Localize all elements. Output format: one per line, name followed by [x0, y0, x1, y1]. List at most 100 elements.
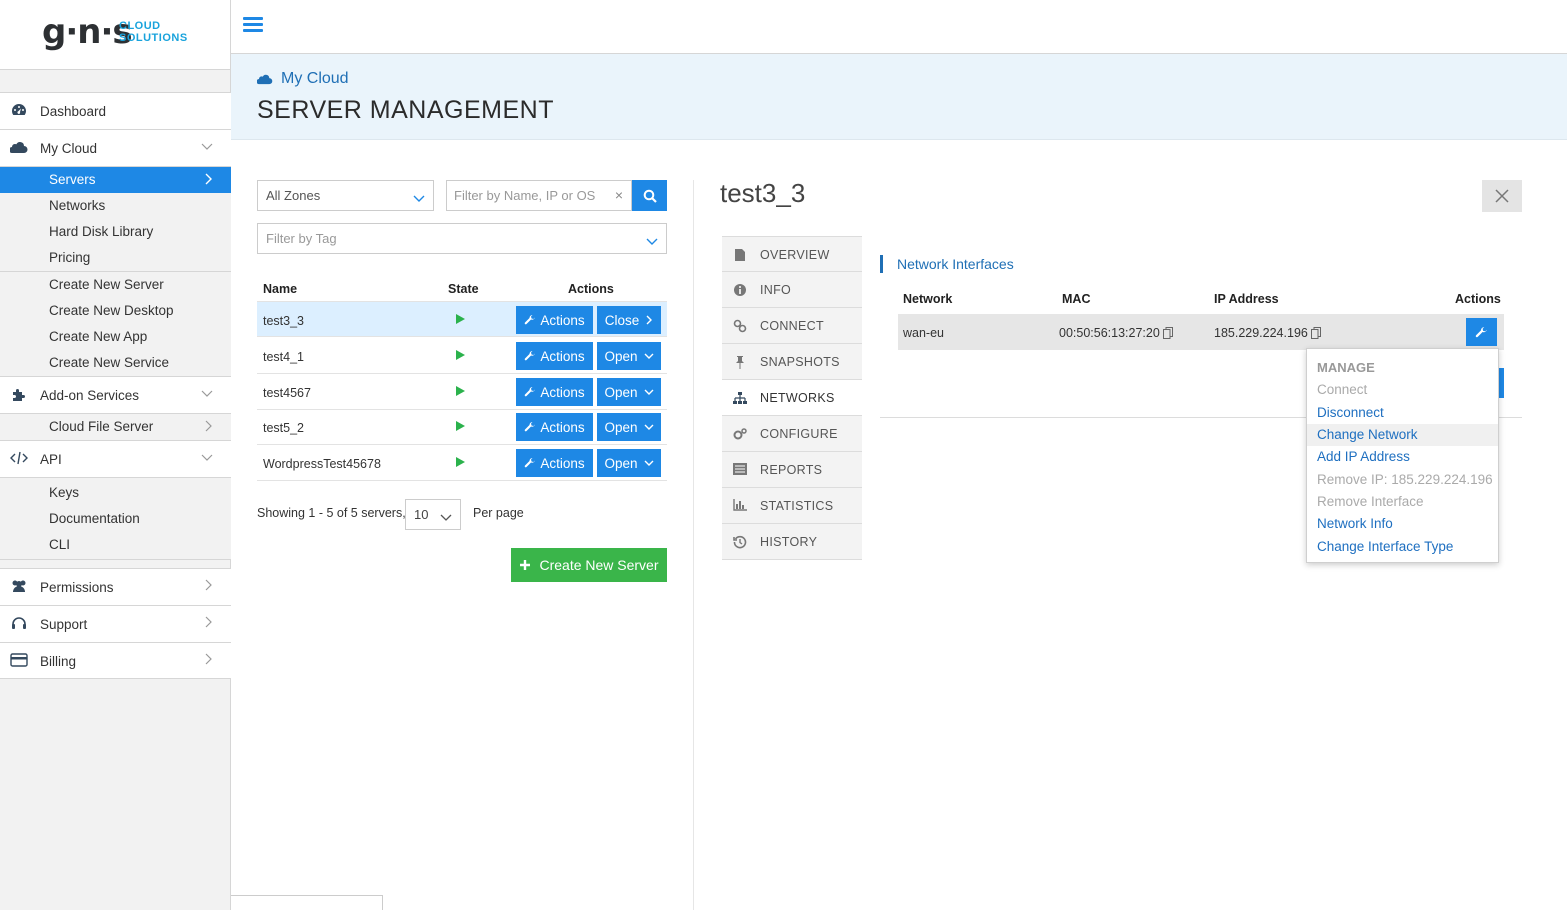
search-button[interactable]: [632, 180, 667, 211]
logo-subtitle: CLOUD SOLUTIONS: [119, 20, 188, 44]
wrench-icon: [525, 458, 536, 468]
close-icon: [1495, 189, 1509, 203]
list-icon: [733, 463, 747, 477]
menu-item-remove-ip: Remove IP: 185.229.224.196: [1317, 472, 1493, 487]
actions-button[interactable]: Actions: [516, 413, 593, 441]
per-page-label: Per page: [473, 506, 524, 520]
actions-button[interactable]: Actions: [516, 342, 593, 370]
sidebar-item-support[interactable]: Support: [0, 605, 231, 642]
actions-button[interactable]: Actions: [516, 449, 593, 477]
interface-mac: 00:50:56:13:27:20: [1059, 326, 1173, 340]
sidebar-item-create-new-app[interactable]: Create New App: [0, 324, 231, 350]
users-icon: [10, 579, 28, 595]
sidebar-item-cli[interactable]: CLI: [0, 532, 231, 558]
sidebar-item-permissions[interactable]: Permissions: [0, 568, 231, 605]
tag-filter-select[interactable]: Filter by Tag: [257, 223, 667, 254]
per-page-select[interactable]: 10: [405, 499, 461, 530]
sidebar-item-cloud-file-server[interactable]: Cloud File Server: [0, 414, 231, 440]
copy-icon[interactable]: [1310, 327, 1321, 339]
sidebar-item-my-cloud[interactable]: My Cloud: [0, 129, 231, 166]
info-icon: [733, 283, 747, 297]
open-button[interactable]: Open: [597, 342, 661, 370]
actions-button[interactable]: Actions: [516, 306, 593, 334]
plus-icon: [520, 560, 531, 570]
bottom-tab[interactable]: [231, 895, 383, 910]
tab-overview[interactable]: OVERVIEW: [722, 236, 862, 272]
sidebar-item-documentation[interactable]: Documentation: [0, 506, 231, 532]
column-header-actions: Actions: [568, 282, 614, 296]
interface-ip: 185.229.224.196: [1214, 326, 1321, 340]
tab-statistics[interactable]: STATISTICS: [722, 488, 862, 524]
clear-icon[interactable]: ×: [615, 187, 623, 203]
sidebar-item-keys[interactable]: Keys: [0, 480, 231, 506]
hamburger-menu-icon[interactable]: [243, 17, 263, 33]
sidebar-item-pricing[interactable]: Pricing: [0, 245, 231, 271]
credit-card-icon: [10, 653, 28, 669]
sidebar-item-add-on-services[interactable]: Add-on Services: [0, 376, 231, 413]
table-row[interactable]: test3_3 Actions Close: [257, 301, 667, 337]
dropdown-header: MANAGE: [1317, 360, 1375, 375]
interface-network: wan-eu: [903, 326, 944, 340]
copy-icon[interactable]: [1162, 327, 1173, 339]
sidebar-item-billing[interactable]: Billing: [0, 642, 231, 679]
sidebar-item-api[interactable]: API: [0, 440, 231, 477]
top-bar: [231, 0, 1567, 54]
sidebar-item-create-new-service[interactable]: Create New Service: [0, 350, 231, 376]
sidebar-item-create-new-server[interactable]: Create New Server: [0, 272, 231, 298]
table-row[interactable]: WordpressTest45678 Actions Open: [257, 445, 667, 481]
menu-item-network-info[interactable]: Network Info: [1307, 513, 1498, 535]
menu-item-change-interface-type[interactable]: Change Interface Type: [1307, 536, 1498, 558]
open-button[interactable]: Open: [597, 413, 661, 441]
table-row[interactable]: test5_2 Actions Open: [257, 409, 667, 445]
column-header-mac: MAC: [1062, 292, 1091, 306]
tab-connect[interactable]: CONNECT: [722, 308, 862, 344]
detail-tabs: OVERVIEW INFO CONNECT SNAPSHOTS NETWORKS…: [722, 236, 862, 560]
divider: [0, 559, 231, 568]
open-button[interactable]: Open: [597, 449, 661, 477]
wrench-icon: [525, 387, 536, 397]
tab-reports[interactable]: REPORTS: [722, 452, 862, 488]
sidebar-item-dashboard[interactable]: Dashboard: [0, 92, 231, 129]
create-new-server-button[interactable]: Create New Server: [511, 548, 667, 582]
menu-item-change-network[interactable]: Change Network: [1307, 424, 1498, 446]
actions-button[interactable]: Actions: [516, 378, 593, 406]
tab-configure[interactable]: CONFIGURE: [722, 416, 862, 452]
close-button[interactable]: Close: [597, 306, 661, 334]
column-header-ip: IP Address: [1214, 292, 1279, 306]
api-submenu: Keys Documentation CLI: [0, 477, 231, 559]
breadcrumb-my-cloud[interactable]: My Cloud: [281, 70, 349, 88]
sidebar: g·n·s CLOUD SOLUTIONS Dashboard My Cloud…: [0, 0, 231, 910]
server-detail-title: test3_3: [720, 178, 806, 208]
sidebar-item-networks[interactable]: Networks: [0, 193, 231, 219]
chevron-down-icon: [644, 353, 654, 359]
chevron-down-icon: [644, 460, 654, 466]
tab-info[interactable]: INFO: [722, 272, 862, 308]
cloud-icon: [9, 140, 28, 156]
table-row[interactable]: test4_1 Actions Open: [257, 338, 667, 374]
tab-snapshots[interactable]: SNAPSHOTS: [722, 344, 862, 380]
tab-networks[interactable]: NETWORKS: [722, 380, 862, 416]
search-input[interactable]: Filter by Name, IP or OS ×: [446, 180, 632, 211]
tab-history[interactable]: HISTORY: [722, 524, 862, 560]
close-panel-button[interactable]: [1482, 180, 1522, 212]
gears-icon: [733, 427, 747, 441]
chevron-down-icon: [440, 510, 452, 525]
column-header-actions: Actions: [1455, 292, 1501, 306]
server-name: test5_2: [263, 421, 305, 435]
page-header: My Cloud SERVER MANAGEMENT: [231, 54, 1567, 140]
breadcrumb[interactable]: My Cloud: [257, 70, 349, 88]
menu-item-add-ip-address[interactable]: Add IP Address: [1307, 446, 1498, 468]
logo[interactable]: g·n·s CLOUD SOLUTIONS: [0, 0, 230, 70]
zone-select[interactable]: All Zones: [257, 180, 434, 211]
interface-actions-button[interactable]: [1466, 318, 1497, 346]
chevron-down-icon: [644, 424, 654, 430]
sidebar-item-servers[interactable]: Servers: [0, 167, 231, 193]
running-icon: [456, 457, 465, 467]
menu-item-disconnect[interactable]: Disconnect: [1307, 402, 1498, 424]
chevron-right-icon: [203, 653, 213, 665]
open-button[interactable]: Open: [597, 378, 661, 406]
sidebar-item-hard-disk-library[interactable]: Hard Disk Library: [0, 219, 231, 245]
wrench-icon: [525, 351, 536, 361]
table-row[interactable]: test4567 Actions Open: [257, 374, 667, 410]
sidebar-item-create-new-desktop[interactable]: Create New Desktop: [0, 298, 231, 324]
